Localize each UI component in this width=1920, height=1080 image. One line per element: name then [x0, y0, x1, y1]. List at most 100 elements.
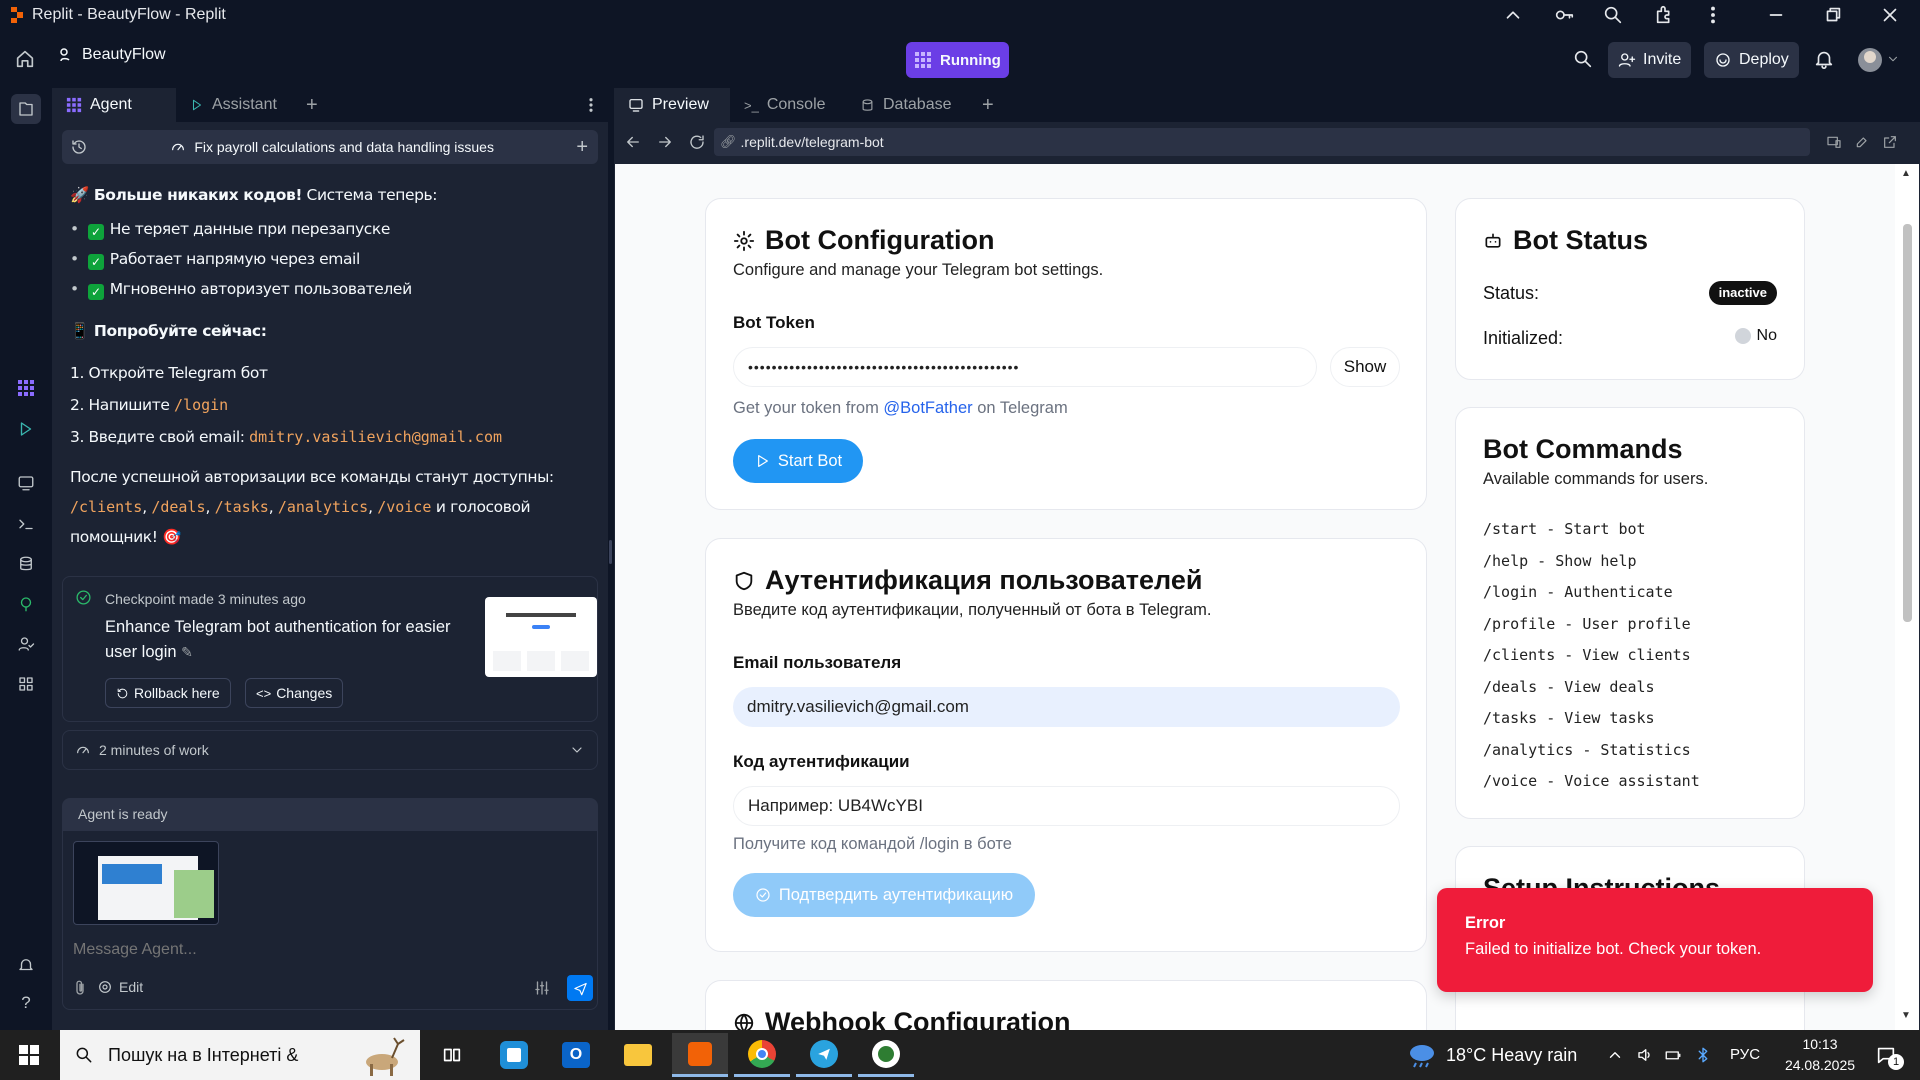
email-field[interactable]: dmitry.vasilievich@gmail.com	[733, 687, 1400, 727]
tab-console[interactable]: >_ Console	[730, 88, 846, 122]
tab-assistant[interactable]: Assistant	[176, 88, 296, 122]
back-icon[interactable]	[624, 133, 642, 151]
speed-icon	[77, 746, 89, 754]
agent-icon[interactable]	[13, 375, 39, 401]
open-external-icon[interactable]	[1882, 134, 1898, 150]
close-icon[interactable]	[1869, 0, 1911, 30]
assistant-tab-icon	[192, 99, 202, 111]
deployments-icon[interactable]	[13, 591, 39, 617]
token-input[interactable]: ••••••••••••••••••••••••••••••••••••••••…	[733, 347, 1317, 387]
bell-icon[interactable]	[1813, 48, 1835, 70]
thread-title: Fix payroll calculations and data handli…	[194, 139, 494, 155]
webview-icon[interactable]	[13, 470, 39, 496]
replit-logo-icon	[11, 7, 23, 23]
file-explorer-icon[interactable]	[610, 1033, 666, 1077]
task-view-icon[interactable]	[424, 1033, 480, 1077]
files-icon[interactable]	[11, 94, 41, 124]
chevron-up-icon[interactable]	[1492, 0, 1534, 30]
url-bar[interactable]: 🔗︎ .replit.dev/telegram-bot	[714, 128, 1810, 156]
settings-sliders-icon[interactable]	[533, 979, 551, 997]
reload-icon[interactable]	[688, 133, 706, 151]
outlook-icon[interactable]: O	[548, 1033, 604, 1077]
send-button[interactable]	[567, 975, 593, 1001]
all-tools-icon[interactable]	[13, 671, 39, 697]
edit-pencil-icon[interactable]: ✎	[181, 644, 193, 660]
assistant-icon[interactable]	[13, 416, 39, 442]
history-icon[interactable]	[70, 138, 88, 156]
attached-screenshot[interactable]	[73, 841, 219, 925]
help-icon[interactable]: ?	[13, 990, 39, 1016]
forward-icon[interactable]	[656, 133, 674, 151]
error-toast[interactable]: Error Failed to initialize bot. Check yo…	[1437, 888, 1873, 992]
extensions-icon[interactable]	[1644, 0, 1686, 30]
rollback-button[interactable]: Rollback here	[105, 678, 231, 708]
code-field[interactable]: Например: UB4WcYBI	[733, 786, 1400, 826]
home-icon[interactable]	[14, 48, 36, 70]
shell-icon[interactable]	[13, 511, 39, 537]
run-status-button[interactable]: Running	[906, 42, 1009, 78]
commands-subtitle: Available commands for users.	[1483, 470, 1709, 488]
devices-icon[interactable]	[1826, 134, 1842, 150]
tray-chevron-icon[interactable]	[1606, 1046, 1624, 1064]
devtools-icon[interactable]	[1854, 134, 1870, 150]
scroll-down-icon[interactable]: ▼	[1901, 1010, 1911, 1021]
changes-button[interactable]: <> Changes	[245, 678, 344, 708]
tab-agent[interactable]: Agent	[52, 88, 176, 122]
checkpoint-thumbnail[interactable]	[485, 597, 597, 677]
database-icon[interactable]	[13, 551, 39, 577]
alerts-icon[interactable]	[13, 952, 39, 978]
panel-menu-icon[interactable]	[582, 88, 600, 122]
edit-mode-button[interactable]: Edit	[97, 979, 143, 995]
start-bot-button[interactable]: Start Bot	[733, 439, 863, 483]
panel-resize-handle[interactable]	[609, 540, 612, 564]
notifications-icon[interactable]: 1	[1866, 1038, 1906, 1072]
auth-subtitle: Введите код аутентификации, полученный о…	[733, 601, 1212, 619]
volume-icon[interactable]	[1636, 1046, 1654, 1064]
battery-icon[interactable]	[1664, 1046, 1682, 1064]
invite-button[interactable]: Invite	[1608, 42, 1692, 78]
telegram-icon[interactable]	[796, 1033, 852, 1077]
status-badge: inactive	[1708, 281, 1777, 305]
bluetooth-icon[interactable]	[1694, 1046, 1712, 1064]
scroll-up-icon[interactable]: ▲	[1901, 168, 1911, 179]
deploy-button[interactable]: Deploy	[1704, 42, 1799, 78]
thread-title-wrap[interactable]: Fix payroll calculations and data handli…	[88, 139, 576, 155]
restore-icon[interactable]	[1812, 0, 1854, 30]
app-blue-icon[interactable]	[486, 1033, 542, 1077]
avatar[interactable]	[1858, 48, 1882, 72]
search-icon[interactable]	[1572, 48, 1594, 70]
scrollbar[interactable]: ▲ ▼	[1895, 164, 1919, 1030]
message-composer: Edit	[62, 830, 598, 1010]
chrome-profile-icon[interactable]	[858, 1033, 914, 1077]
more-vertical-icon[interactable]	[1692, 0, 1734, 30]
minimize-icon[interactable]	[1755, 0, 1797, 30]
search-icon	[76, 1047, 92, 1063]
weather-widget[interactable]: 18°C Heavy rain	[1406, 1030, 1577, 1080]
add-tab-button[interactable]: +	[970, 88, 1006, 122]
project-selector[interactable]: BeautyFlow	[58, 46, 166, 64]
chrome-icon[interactable]	[734, 1033, 790, 1077]
clock[interactable]: 10:13 24.08.2025	[1776, 1034, 1864, 1076]
work-summary[interactable]: 2 minutes of work	[62, 730, 598, 770]
message-input[interactable]	[73, 935, 573, 965]
confirm-auth-button[interactable]: Подтвердить аутентификацию	[733, 873, 1035, 917]
botfather-link[interactable]: @BotFather	[883, 399, 972, 417]
taskbar-search[interactable]: Пошук на в Інтернеті &	[60, 1030, 420, 1080]
language-indicator[interactable]: РУС	[1730, 1046, 1760, 1063]
attach-icon[interactable]	[71, 979, 89, 997]
users-icon[interactable]	[13, 631, 39, 657]
preview-viewport: ▲ ▼ Bot Configuration Configure and mana…	[615, 164, 1919, 1030]
zoom-icon[interactable]	[1592, 0, 1634, 30]
show-token-button[interactable]: Show	[1330, 347, 1400, 387]
scrollbar-thumb[interactable]	[1903, 224, 1912, 622]
key-icon[interactable]	[1543, 0, 1585, 30]
new-thread-button[interactable]: +	[576, 136, 588, 159]
chevron-down-icon[interactable]	[1886, 52, 1900, 66]
globe-icon	[734, 1013, 754, 1030]
tab-database[interactable]: Database	[846, 88, 970, 122]
agent-status: Agent is ready	[78, 806, 168, 822]
add-tab-button[interactable]: +	[296, 88, 328, 122]
start-button[interactable]	[0, 1030, 58, 1080]
tab-preview[interactable]: Preview	[614, 88, 730, 122]
replit-app-icon[interactable]	[672, 1033, 728, 1077]
